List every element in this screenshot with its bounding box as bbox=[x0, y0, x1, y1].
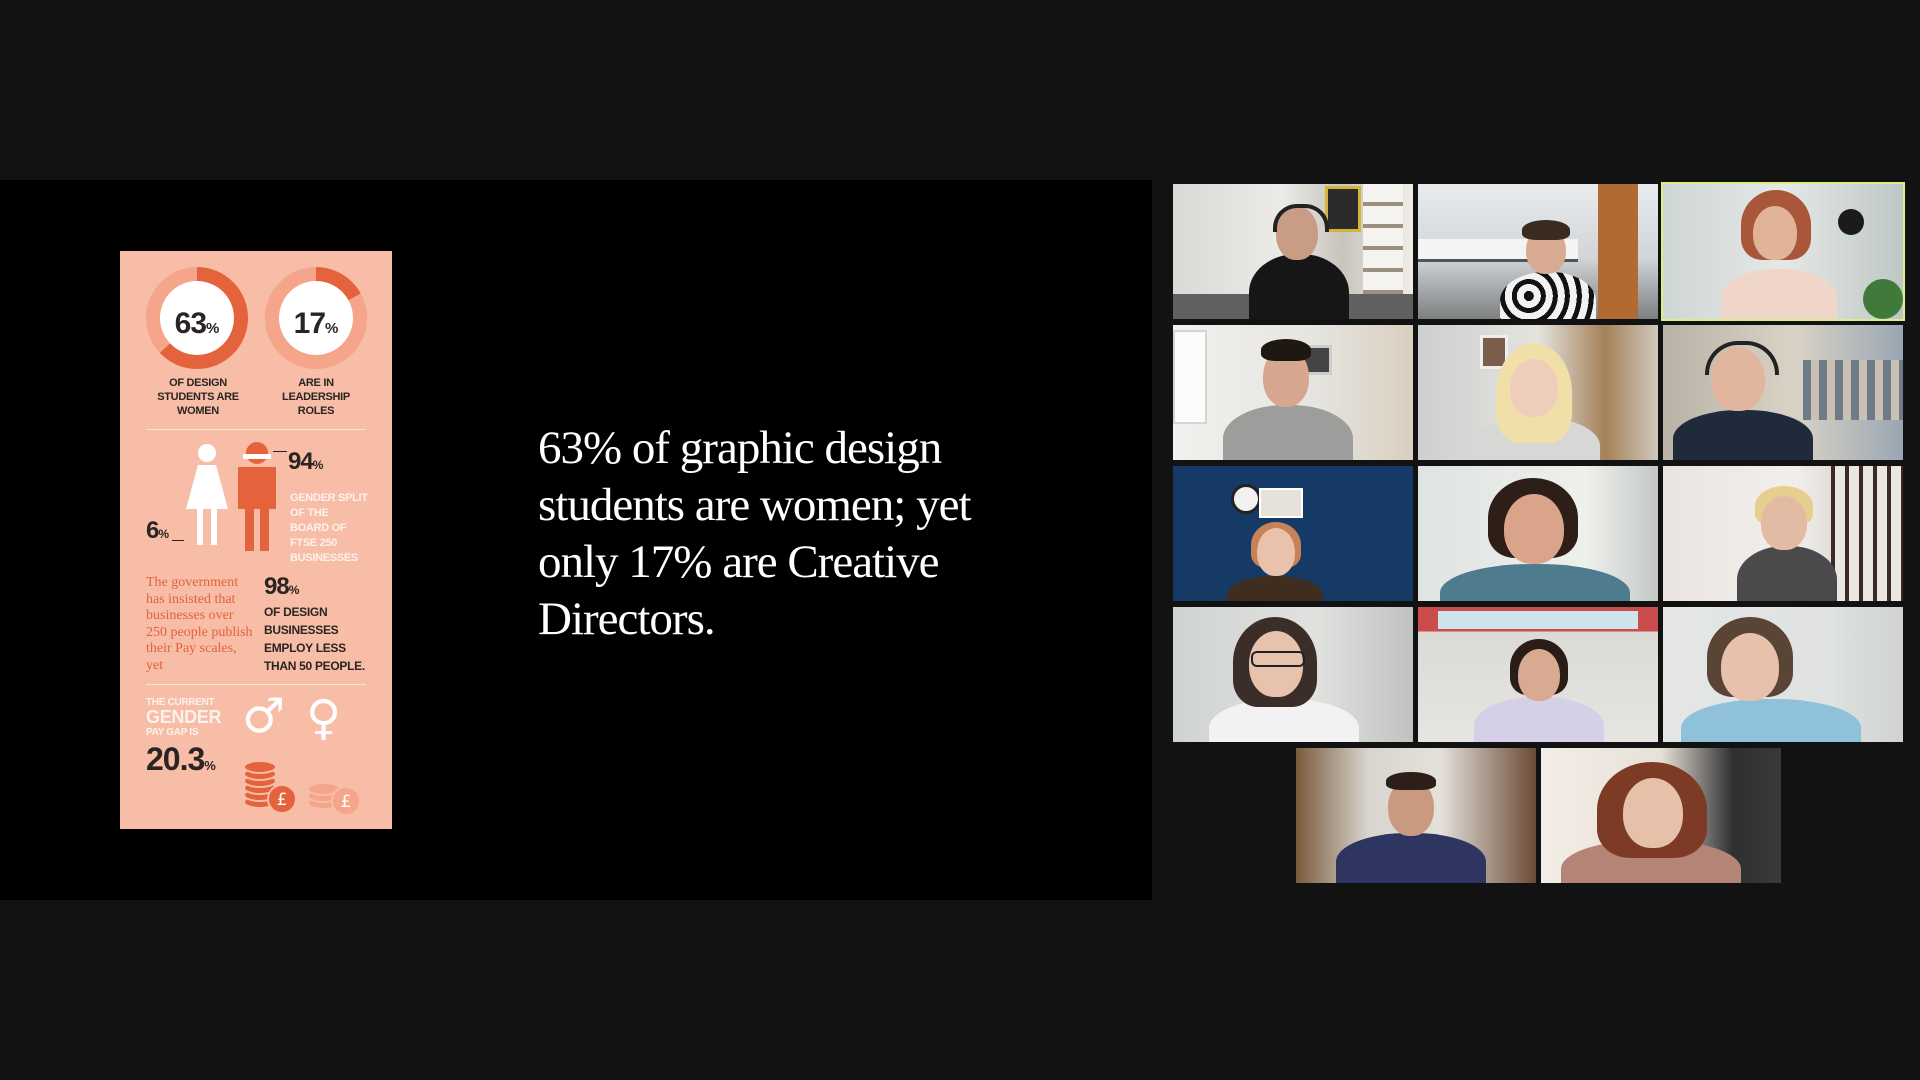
coin-stack-icon: £ bbox=[243, 760, 297, 814]
male-symbol-icon: ♂ bbox=[242, 688, 286, 744]
participant-head bbox=[1623, 778, 1683, 848]
paygap-stat: 20.3% bbox=[146, 741, 216, 778]
stat-unit: % bbox=[325, 320, 339, 337]
participant-video-tile[interactable] bbox=[1663, 325, 1903, 460]
participant-body bbox=[1673, 410, 1813, 460]
window bbox=[1173, 330, 1207, 424]
government-text: The government has insisted that busines… bbox=[146, 575, 253, 673]
participant-video-tile[interactable] bbox=[1173, 184, 1413, 319]
participant-head bbox=[1257, 528, 1295, 576]
men-value: 94 bbox=[288, 448, 314, 475]
paygap-label-line: PAY GAP IS bbox=[146, 727, 199, 738]
stat-caption: ARE IN LEADERSHIP ROLES bbox=[282, 377, 350, 417]
ring-center: 17% bbox=[279, 281, 353, 355]
paygap-unit: % bbox=[204, 758, 216, 773]
currency-symbol: £ bbox=[277, 790, 288, 810]
men-unit: % bbox=[312, 458, 324, 472]
participant-video-tile[interactable] bbox=[1173, 607, 1413, 742]
stat-value: 63 bbox=[174, 307, 207, 340]
participant-video-tile[interactable] bbox=[1173, 325, 1413, 460]
infographic: 63% OF DESIGN STUDENTS ARE WOMEN 17% ARE… bbox=[120, 251, 392, 829]
women-stat: 6% bbox=[146, 517, 169, 545]
plant bbox=[1863, 279, 1903, 319]
participant-head bbox=[1753, 206, 1797, 260]
participant-hair bbox=[1386, 772, 1436, 790]
stat-value: 17 bbox=[293, 307, 326, 340]
participant-body bbox=[1249, 254, 1349, 319]
female-symbol-icon: ♀ bbox=[306, 690, 342, 746]
paygap-label-line: GENDER bbox=[146, 707, 222, 727]
women-unit: % bbox=[158, 527, 170, 541]
woman-figure-icon bbox=[186, 444, 228, 545]
divider bbox=[146, 684, 366, 685]
window bbox=[1438, 611, 1638, 629]
stat-98: 98% bbox=[264, 573, 299, 601]
coin-stack-small-icon: £ bbox=[307, 782, 361, 816]
participant-video-tile[interactable] bbox=[1663, 466, 1903, 601]
glasses-icon bbox=[1251, 651, 1305, 667]
participant-video-tile[interactable] bbox=[1663, 607, 1903, 742]
slide-headline: 63% of graphic design students are women… bbox=[538, 422, 972, 645]
wall-logo bbox=[1838, 209, 1864, 235]
paygap-label: THE CURRENT GENDER PAY GAP IS bbox=[146, 697, 236, 738]
participant-head bbox=[1721, 633, 1779, 701]
ring-center: 63% bbox=[160, 281, 234, 355]
stat-ring-design-students: 63% bbox=[146, 267, 248, 369]
participant-video-tile[interactable] bbox=[1418, 607, 1658, 742]
currency-symbol: £ bbox=[341, 792, 352, 812]
participant-hair bbox=[1261, 339, 1311, 361]
staircase bbox=[1831, 466, 1903, 601]
men-stat: 94% bbox=[288, 448, 323, 476]
participant-head bbox=[1761, 496, 1807, 550]
participant-video-tile[interactable] bbox=[1418, 184, 1658, 319]
shelf bbox=[1803, 360, 1903, 420]
participant-video-tile[interactable] bbox=[1541, 748, 1781, 883]
divider bbox=[146, 429, 366, 430]
man-figure-icon bbox=[238, 442, 276, 551]
participant-head bbox=[1518, 649, 1560, 701]
participant-body bbox=[1336, 833, 1486, 883]
participant-video-tile[interactable] bbox=[1296, 748, 1536, 883]
pointer-line bbox=[273, 451, 287, 452]
bookshelf bbox=[1363, 184, 1403, 294]
participant-video-tile[interactable] bbox=[1173, 466, 1413, 601]
women-value: 6 bbox=[146, 517, 159, 544]
participant-video-tile[interactable] bbox=[1418, 325, 1658, 460]
pointer-line bbox=[172, 540, 184, 541]
stat-ring-leadership: 17% bbox=[265, 267, 367, 369]
participant-video-tile-active-speaker[interactable] bbox=[1661, 182, 1905, 321]
paygap-value: 20.3 bbox=[146, 741, 205, 777]
stat-caption: OF DESIGN STUDENTS ARE WOMEN bbox=[157, 377, 239, 417]
stat-unit: % bbox=[288, 583, 300, 597]
shared-screen: 63% OF DESIGN STUDENTS ARE WOMEN 17% ARE… bbox=[0, 180, 1152, 900]
participant-body bbox=[1721, 269, 1837, 319]
stat-unit: % bbox=[206, 320, 220, 337]
participant-video-tile[interactable] bbox=[1418, 466, 1658, 601]
wall-frames bbox=[1259, 488, 1303, 518]
stat-caption: OF DESIGN BUSINESSES EMPLOY LESS THAN 50… bbox=[264, 605, 365, 673]
participant-head bbox=[1510, 359, 1558, 417]
wall-clock bbox=[1231, 484, 1261, 514]
door bbox=[1598, 184, 1638, 319]
participant-body bbox=[1500, 272, 1596, 319]
stat-value: 98 bbox=[264, 573, 290, 600]
participant-body bbox=[1223, 405, 1353, 460]
participant-head bbox=[1504, 494, 1564, 564]
board-caption: GENDER SPLIT OF THE BOARD OF FTSE 250 BU… bbox=[290, 492, 368, 564]
participant-body bbox=[1737, 546, 1837, 601]
participant-hair bbox=[1522, 220, 1570, 240]
poster bbox=[1325, 186, 1361, 232]
